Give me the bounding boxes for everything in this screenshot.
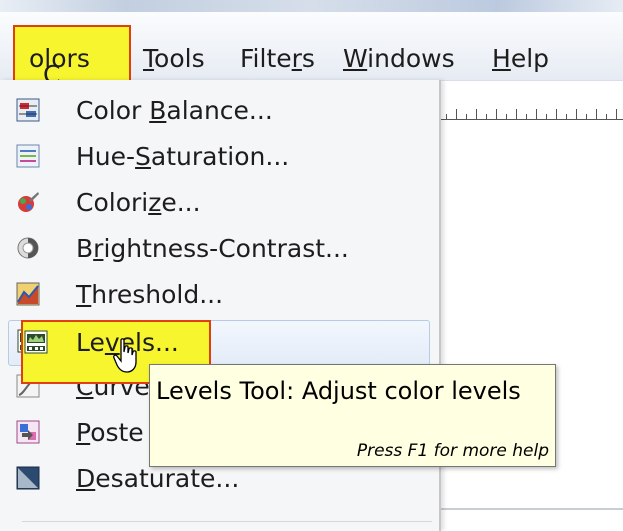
menu-windows[interactable]: Windows	[343, 43, 455, 75]
posterize-icon	[16, 420, 40, 444]
desaturate-icon	[16, 466, 40, 490]
tooltip: Levels Tool: Adjust color levels Press F…	[149, 364, 556, 467]
ruler-tick	[586, 114, 587, 119]
label-posterize: Poste	[76, 418, 144, 447]
ruler-tick	[476, 109, 477, 119]
title-bar-strip	[0, 0, 623, 12]
levels-overlay-icon	[24, 330, 48, 354]
menu-bar: Colors Tools Filters Windows Help	[0, 12, 623, 89]
ruler-tick	[616, 109, 617, 119]
ruler-tick	[596, 109, 597, 119]
menu-tools[interactable]: Tools	[143, 43, 205, 75]
label-threshold: Threshold...	[76, 280, 224, 309]
ruler-tick	[456, 109, 457, 119]
label-colorize: Colorize...	[76, 188, 201, 217]
ruler-tick	[526, 114, 527, 119]
label-color-balance: Color Balance...	[76, 96, 273, 125]
hue-saturation-icon	[16, 144, 40, 168]
ruler-tick	[516, 109, 517, 119]
horizontal-ruler	[436, 98, 623, 120]
ruler-tick	[536, 109, 537, 119]
ruler-tick	[566, 114, 567, 119]
menu-filters[interactable]: Filters	[240, 43, 315, 75]
menu-help[interactable]: Help	[492, 43, 549, 75]
menu-item-brightness-contrast[interactable]: Brightness-Contrast...	[8, 228, 430, 274]
workspace-edge	[436, 508, 623, 510]
menu-separator	[22, 521, 432, 522]
colorize-icon	[16, 190, 40, 214]
ruler-tick	[446, 114, 447, 119]
brightness-contrast-icon	[16, 236, 40, 260]
menu-item-threshold[interactable]: Threshold...	[8, 274, 430, 320]
label-brightness-contrast: Brightness-Contrast...	[76, 234, 349, 263]
label-hue-saturation: Hue-Saturation...	[76, 142, 290, 171]
ruler-tick	[546, 114, 547, 119]
ruler-tick	[496, 109, 497, 119]
hand-cursor-icon	[113, 338, 137, 373]
tooltip-title: Levels Tool: Adjust color levels	[156, 377, 521, 405]
label-desaturate: Desaturate...	[76, 464, 240, 493]
tooltip-help-hint: Press F1 for more help	[356, 441, 549, 461]
ruler-tick	[556, 109, 557, 119]
menu-item-color-balance[interactable]: Color Balance...	[8, 90, 430, 136]
ruler-tick	[486, 114, 487, 119]
menu-item-hue-saturation[interactable]: Hue-Saturation...	[8, 136, 430, 182]
threshold-icon	[16, 282, 40, 306]
ruler-tick	[576, 109, 577, 119]
ruler-tick	[606, 114, 607, 119]
ruler-tick	[466, 114, 467, 119]
ruler-tick	[506, 114, 507, 119]
menu-item-colorize[interactable]: Colorize...	[8, 182, 430, 228]
color-balance-icon	[16, 98, 40, 122]
